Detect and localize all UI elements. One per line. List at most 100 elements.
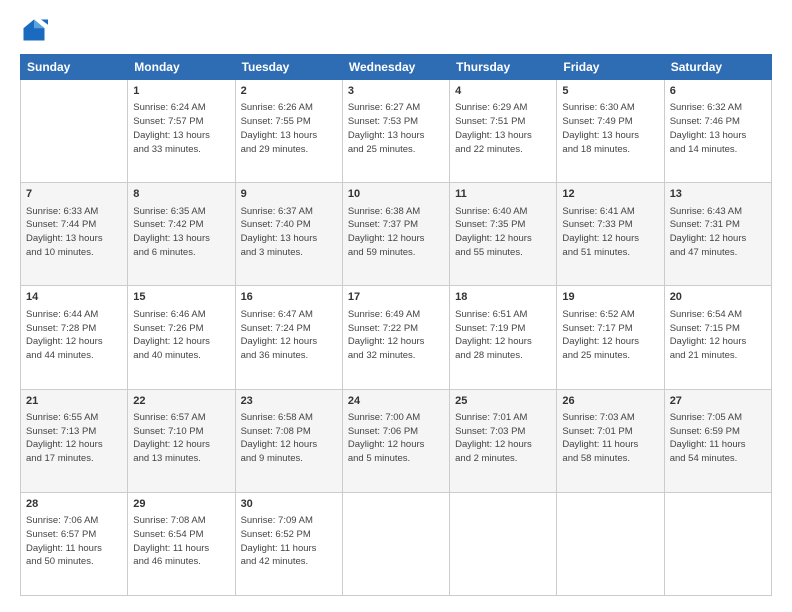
day-number: 2 (241, 84, 337, 99)
day-cell: 15Sunrise: 6:46 AMSunset: 7:26 PMDayligh… (128, 286, 235, 389)
day-cell: 16Sunrise: 6:47 AMSunset: 7:24 PMDayligh… (235, 286, 342, 389)
day-cell: 30 Sunrise: 7:09 AMSunset: 6:52 PMDayligh… (235, 492, 342, 595)
day-info: Sunrise: 6:38 AMSunset: 7:37 PMDaylight:… (348, 205, 444, 260)
day-info: Sunrise: 6:52 AMSunset: 7:17 PMDaylight:… (562, 308, 658, 363)
day-number: 8 (133, 187, 229, 202)
day-cell (21, 80, 128, 183)
week-row-3: 14 Sunrise: 6:44 AMSunset: 7:28 PMDayligh… (21, 286, 772, 389)
week-row-1: 1Sunrise: 6:24 AMSunset: 7:57 PMDaylight… (21, 80, 772, 183)
day-number: 9 (241, 187, 337, 202)
day-cell: 24 Sunrise: 7:00 AMSunset: 7:06 PMDayligh… (342, 389, 449, 492)
week-row-2: 7Sunrise: 6:33 AMSunset: 7:44 PMDaylight… (21, 183, 772, 286)
day-number: 12 (562, 187, 658, 202)
day-cell: 1Sunrise: 6:24 AMSunset: 7:57 PMDaylight… (128, 80, 235, 183)
day-cell: 6Sunrise: 6:32 AMSunset: 7:46 PMDaylight… (664, 80, 771, 183)
day-cell: 4 Sunrise: 6:29 AMSunset: 7:51 PMDaylight… (450, 80, 557, 183)
weekday-header-thursday: Thursday (450, 55, 557, 80)
weekday-header-monday: Monday (128, 55, 235, 80)
week-row-4: 21 Sunrise: 6:55 AMSunset: 7:13 PMDayligh… (21, 389, 772, 492)
page: SundayMondayTuesdayWednesdayThursdayFrid… (0, 0, 792, 612)
day-cell (342, 492, 449, 595)
day-number: 20 (670, 290, 766, 305)
day-cell: 11 Sunrise: 6:40 AMSunset: 7:35 PMDayligh… (450, 183, 557, 286)
day-number: 27 (670, 394, 766, 409)
day-info: Sunrise: 6:47 AMSunset: 7:24 PMDaylight:… (241, 308, 337, 363)
weekday-header-sunday: Sunday (21, 55, 128, 80)
day-cell: 3 Sunrise: 6:27 AMSunset: 7:53 PMDaylight… (342, 80, 449, 183)
day-number: 25 (455, 394, 551, 409)
day-cell: 5 Sunrise: 6:30 AMSunset: 7:49 PMDaylight… (557, 80, 664, 183)
day-info: Sunrise: 6:44 AMSunset: 7:28 PMDaylight:… (26, 308, 122, 363)
day-number: 4 (455, 84, 551, 99)
weekday-header-tuesday: Tuesday (235, 55, 342, 80)
day-number: 11 (455, 187, 551, 202)
day-number: 22 (133, 394, 229, 409)
day-info: Sunrise: 6:49 AMSunset: 7:22 PMDaylight:… (348, 308, 444, 363)
day-cell (664, 492, 771, 595)
day-cell (450, 492, 557, 595)
day-cell: 20 Sunrise: 6:54 AMSunset: 7:15 PMDayligh… (664, 286, 771, 389)
day-cell: 19 Sunrise: 6:52 AMSunset: 7:17 PMDayligh… (557, 286, 664, 389)
day-cell: 28Sunrise: 7:06 AMSunset: 6:57 PMDayligh… (21, 492, 128, 595)
day-cell: 12 Sunrise: 6:41 AMSunset: 7:33 PMDayligh… (557, 183, 664, 286)
day-cell: 21 Sunrise: 6:55 AMSunset: 7:13 PMDayligh… (21, 389, 128, 492)
day-info: Sunrise: 6:26 AMSunset: 7:55 PMDaylight:… (241, 101, 337, 156)
day-cell: 23 Sunrise: 6:58 AMSunset: 7:08 PMDayligh… (235, 389, 342, 492)
day-number: 15 (133, 290, 229, 305)
day-cell: 2 Sunrise: 6:26 AMSunset: 7:55 PMDaylight… (235, 80, 342, 183)
weekday-header-wednesday: Wednesday (342, 55, 449, 80)
day-info: Sunrise: 6:57 AMSunset: 7:10 PMDaylight:… (133, 411, 229, 466)
header (20, 16, 772, 44)
day-cell: 8 Sunrise: 6:35 AMSunset: 7:42 PMDaylight… (128, 183, 235, 286)
day-cell: 29Sunrise: 7:08 AMSunset: 6:54 PMDayligh… (128, 492, 235, 595)
day-info: Sunrise: 6:40 AMSunset: 7:35 PMDaylight:… (455, 205, 551, 260)
day-info: Sunrise: 6:51 AMSunset: 7:19 PMDaylight:… (455, 308, 551, 363)
calendar: SundayMondayTuesdayWednesdayThursdayFrid… (20, 54, 772, 596)
day-cell: 27 Sunrise: 7:05 AMSunset: 6:59 PMDayligh… (664, 389, 771, 492)
day-number: 17 (348, 290, 444, 305)
day-info: Sunrise: 7:01 AMSunset: 7:03 PMDaylight:… (455, 411, 551, 466)
day-number: 21 (26, 394, 122, 409)
day-cell: 9Sunrise: 6:37 AMSunset: 7:40 PMDaylight… (235, 183, 342, 286)
day-info: Sunrise: 6:35 AMSunset: 7:42 PMDaylight:… (133, 205, 229, 260)
day-info: Sunrise: 6:58 AMSunset: 7:08 PMDaylight:… (241, 411, 337, 466)
weekday-header-friday: Friday (557, 55, 664, 80)
day-number: 30 (241, 497, 337, 512)
weekday-header-saturday: Saturday (664, 55, 771, 80)
logo-icon (20, 16, 48, 44)
day-cell: 18Sunrise: 6:51 AMSunset: 7:19 PMDayligh… (450, 286, 557, 389)
day-number: 6 (670, 84, 766, 99)
weekday-header-row: SundayMondayTuesdayWednesdayThursdayFrid… (21, 55, 772, 80)
day-info: Sunrise: 6:27 AMSunset: 7:53 PMDaylight:… (348, 101, 444, 156)
day-info: Sunrise: 6:30 AMSunset: 7:49 PMDaylight:… (562, 101, 658, 156)
day-number: 23 (241, 394, 337, 409)
day-cell (557, 492, 664, 595)
logo (20, 16, 52, 44)
day-cell: 14 Sunrise: 6:44 AMSunset: 7:28 PMDayligh… (21, 286, 128, 389)
day-number: 5 (562, 84, 658, 99)
day-info: Sunrise: 6:54 AMSunset: 7:15 PMDaylight:… (670, 308, 766, 363)
day-number: 28 (26, 497, 122, 512)
day-info: Sunrise: 7:09 AMSunset: 6:52 PMDaylight:… (241, 514, 337, 569)
day-info: Sunrise: 7:03 AMSunset: 7:01 PMDaylight:… (562, 411, 658, 466)
day-cell: 22 Sunrise: 6:57 AMSunset: 7:10 PMDayligh… (128, 389, 235, 492)
day-number: 7 (26, 187, 122, 202)
day-info: Sunrise: 6:41 AMSunset: 7:33 PMDaylight:… (562, 205, 658, 260)
day-number: 24 (348, 394, 444, 409)
day-info: Sunrise: 6:55 AMSunset: 7:13 PMDaylight:… (26, 411, 122, 466)
day-info: Sunrise: 7:00 AMSunset: 7:06 PMDaylight:… (348, 411, 444, 466)
day-number: 26 (562, 394, 658, 409)
week-row-5: 28Sunrise: 7:06 AMSunset: 6:57 PMDayligh… (21, 492, 772, 595)
day-number: 3 (348, 84, 444, 99)
day-number: 19 (562, 290, 658, 305)
day-cell: 26 Sunrise: 7:03 AMSunset: 7:01 PMDayligh… (557, 389, 664, 492)
day-cell: 13Sunrise: 6:43 AMSunset: 7:31 PMDayligh… (664, 183, 771, 286)
day-number: 1 (133, 84, 229, 99)
day-info: Sunrise: 7:08 AMSunset: 6:54 PMDaylight:… (133, 514, 229, 569)
day-info: Sunrise: 7:05 AMSunset: 6:59 PMDaylight:… (670, 411, 766, 466)
day-info: Sunrise: 6:43 AMSunset: 7:31 PMDaylight:… (670, 205, 766, 260)
day-number: 14 (26, 290, 122, 305)
day-cell: 7Sunrise: 6:33 AMSunset: 7:44 PMDaylight… (21, 183, 128, 286)
day-cell: 25 Sunrise: 7:01 AMSunset: 7:03 PMDayligh… (450, 389, 557, 492)
day-info: Sunrise: 6:29 AMSunset: 7:51 PMDaylight:… (455, 101, 551, 156)
